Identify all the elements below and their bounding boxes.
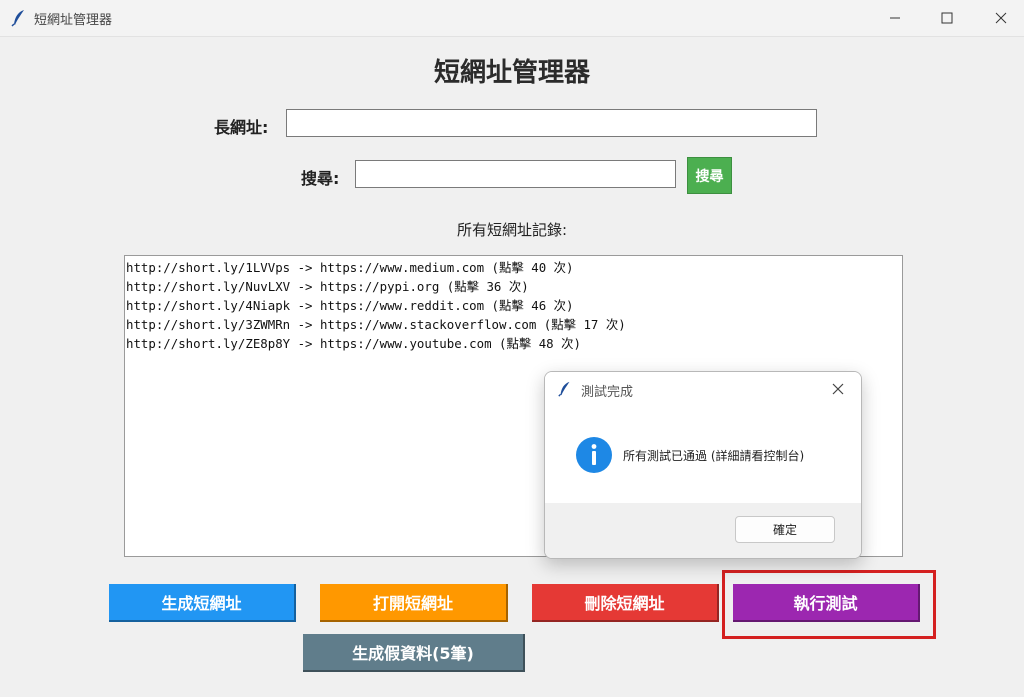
list-item[interactable]: http://short.ly/NuvLXV -> https://pypi.o…: [125, 277, 902, 296]
dialog-footer: 確定: [545, 503, 861, 558]
title-bar: 短網址管理器: [0, 0, 1024, 37]
close-icon: [995, 12, 1007, 24]
search-label: 搜尋:: [301, 169, 340, 188]
dialog-title-bar: 測試完成: [545, 372, 861, 406]
feather-icon: [11, 10, 24, 27]
list-item[interactable]: http://short.ly/3ZWMRn -> https://www.st…: [125, 315, 902, 334]
records-label: 所有短網址記錄:: [456, 221, 568, 239]
close-icon[interactable]: [829, 380, 847, 398]
search-input[interactable]: [355, 160, 676, 188]
dialog-title: 測試完成: [581, 385, 634, 400]
list-item[interactable]: http://short.ly/4Niapk -> https://www.re…: [125, 296, 902, 315]
search-button[interactable]: 搜尋: [687, 157, 732, 194]
generate-fake-data-button[interactable]: 生成假資料(5筆): [303, 634, 525, 672]
maximize-icon: [941, 12, 953, 24]
minimize-button[interactable]: [870, 0, 920, 36]
open-short-url-button[interactable]: 打開短網址: [320, 584, 508, 622]
minimize-icon: [890, 17, 900, 19]
feather-icon: [558, 381, 570, 397]
page-title: 短網址管理器: [433, 58, 590, 88]
dialog-message: 所有測試已通過 (詳細請看控制台): [623, 449, 805, 463]
generate-short-url-button[interactable]: 生成短網址: [109, 584, 296, 622]
info-icon: [576, 437, 612, 473]
close-button[interactable]: [976, 0, 1024, 36]
maximize-button[interactable]: [922, 0, 972, 36]
highlight-annotation: [722, 570, 936, 639]
delete-short-url-button[interactable]: 刪除短網址: [532, 584, 719, 622]
ok-button[interactable]: 確定: [735, 516, 835, 543]
long-url-input[interactable]: [286, 109, 817, 137]
test-complete-dialog: 測試完成 所有測試已通過 (詳細請看控制台) 確定: [544, 371, 862, 559]
list-item[interactable]: http://short.ly/ZE8p8Y -> https://www.yo…: [125, 334, 902, 353]
long-url-label: 長網址:: [214, 118, 269, 137]
list-item[interactable]: http://short.ly/1LVVps -> https://www.me…: [125, 258, 902, 277]
window-title: 短網址管理器: [34, 13, 113, 28]
